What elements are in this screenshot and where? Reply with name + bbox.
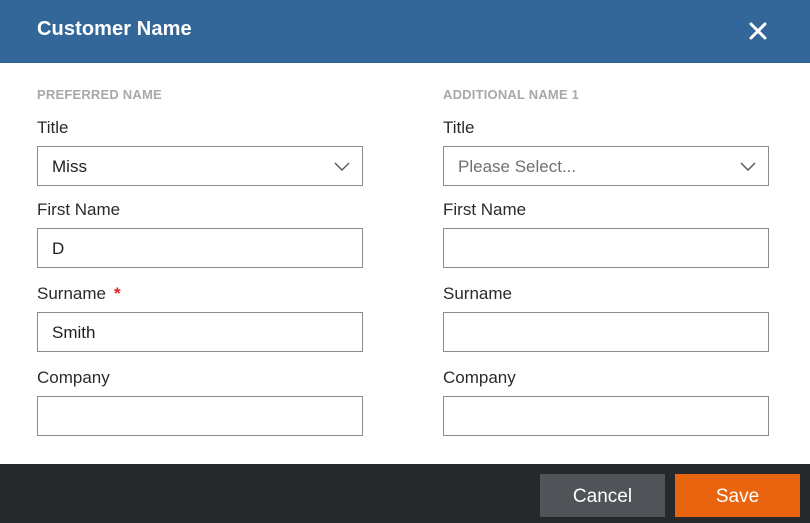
- chevron-down-icon: [334, 162, 350, 171]
- preferred-name-heading: PREFERRED NAME: [37, 87, 162, 102]
- close-button[interactable]: [744, 17, 772, 45]
- save-button[interactable]: Save: [675, 474, 800, 517]
- surname-label: Surname *: [37, 284, 121, 304]
- additional-surname-label: Surname: [443, 284, 512, 303]
- title-select[interactable]: Miss: [37, 146, 363, 186]
- additional-name-heading: ADDITIONAL NAME 1: [443, 87, 580, 102]
- first-name-label: First Name: [37, 200, 121, 219]
- company-input[interactable]: [37, 396, 363, 436]
- required-indicator: *: [113, 284, 121, 303]
- chevron-down-icon: [740, 162, 756, 171]
- additional-title-label: Title: [443, 118, 475, 137]
- additional-title-placeholder: Please Select...: [458, 157, 577, 176]
- additional-first-name-label: First Name: [443, 200, 527, 219]
- additional-company-input[interactable]: [443, 396, 769, 436]
- company-label: Company: [37, 368, 110, 387]
- cancel-button[interactable]: Cancel: [540, 474, 665, 517]
- surname-label-text: Surname: [37, 284, 106, 303]
- title-label: Title: [37, 118, 69, 137]
- title-select-value: Miss: [52, 157, 87, 176]
- customer-name-dialog: Customer Name PREFERRED NAME Title Miss …: [0, 0, 810, 523]
- dialog-footer: Cancel Save: [0, 464, 810, 523]
- additional-title-select[interactable]: Please Select...: [443, 146, 769, 186]
- surname-input-value: Smith: [52, 323, 96, 342]
- additional-company-label: Company: [443, 368, 516, 387]
- first-name-input[interactable]: D: [37, 228, 363, 268]
- additional-surname-input[interactable]: [443, 312, 769, 352]
- surname-input[interactable]: Smith: [37, 312, 363, 352]
- dialog-header: Customer Name: [0, 0, 810, 63]
- additional-first-name-input[interactable]: [443, 228, 769, 268]
- dialog-title: Customer Name: [37, 18, 192, 40]
- first-name-input-value: D: [52, 239, 65, 258]
- close-icon: [749, 22, 767, 40]
